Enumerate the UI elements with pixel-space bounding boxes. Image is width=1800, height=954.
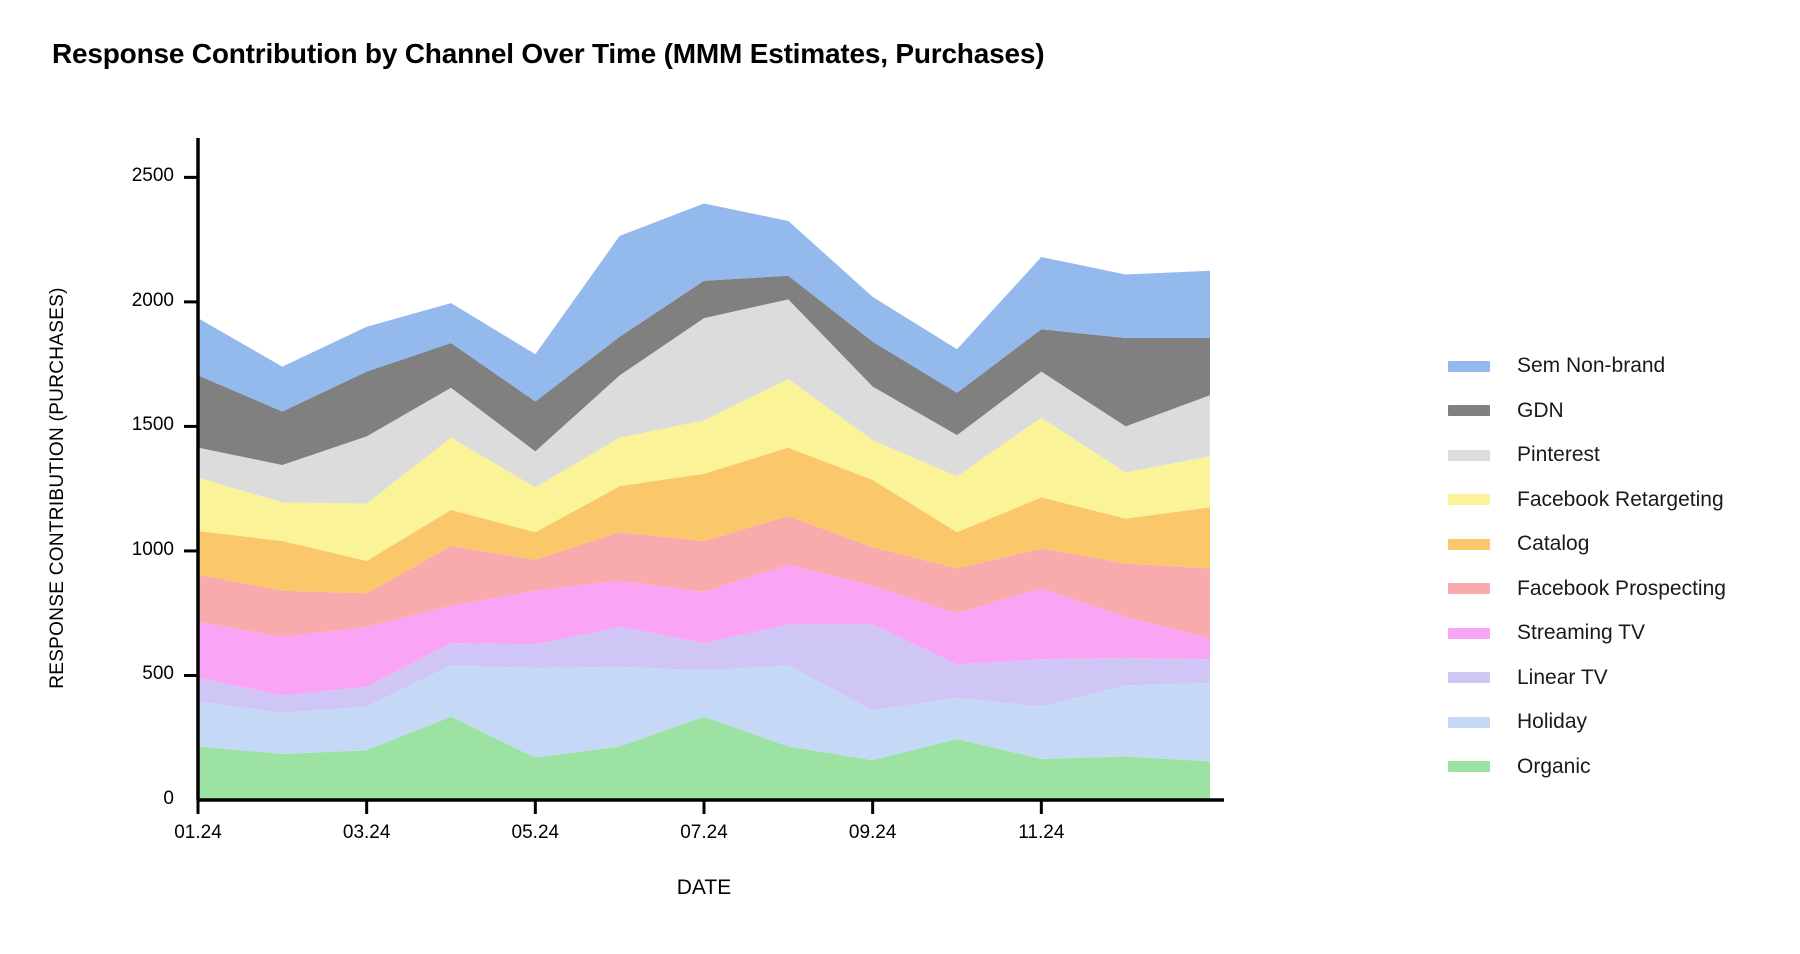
legend-swatch-icon xyxy=(1448,538,1490,550)
stacked-area-svg xyxy=(184,138,1224,814)
legend-item-label: Holiday xyxy=(1517,710,1588,734)
legend-item-label: Organic xyxy=(1517,754,1591,778)
legend-swatch-icon xyxy=(1448,761,1490,773)
legend-item-label: Facebook Prospecting xyxy=(1517,576,1726,600)
legend-swatch-icon xyxy=(1448,583,1490,595)
legend-item-label: Linear TV xyxy=(1517,665,1608,689)
y-axis-title: RESPONSE CONTRIBUTION (PURCHASES) xyxy=(47,287,68,689)
legend-item-organic[interactable]: Organic xyxy=(1448,745,1788,790)
legend-swatch-icon xyxy=(1448,405,1490,417)
legend-item-label: Streaming TV xyxy=(1517,621,1645,645)
x-axis-title: DATE xyxy=(676,876,732,899)
legend-item-facebook-prospecting[interactable]: Facebook Prospecting xyxy=(1448,567,1788,612)
y-tick-label-0: 0 xyxy=(163,788,174,809)
legend-item-sem-non-brand[interactable]: Sem Non-brand xyxy=(1448,344,1788,389)
chart-legend: Sem Non-brand GDN Pinterest Facebook Retarg… xyxy=(1448,344,1788,789)
legend-item-gdn[interactable]: GDN xyxy=(1448,389,1788,434)
x-tick-label-0: 01.24 xyxy=(174,822,222,843)
x-tick-label-3: 07.24 xyxy=(680,822,728,843)
y-tick-label-5: 2500 xyxy=(131,165,174,187)
x-tick-label-4: 09.24 xyxy=(848,822,897,843)
legend-item-catalog[interactable]: Catalog xyxy=(1448,522,1788,567)
chart-container: Response Contribution by Channel Over Ti… xyxy=(0,0,1800,954)
plot-area: 0 500 1000 1500 2000 2500 01.24 03.24 05.24 07.2… xyxy=(0,0,1440,954)
legend-item-label: Pinterest xyxy=(1517,443,1600,467)
legend-item-label: Catalog xyxy=(1517,532,1590,556)
legend-item-label: Sem Non-brand xyxy=(1517,354,1666,378)
x-tick-label-5: 11.24 xyxy=(1018,822,1065,843)
legend-item-linear-tv[interactable]: Linear TV xyxy=(1448,656,1788,701)
legend-swatch-icon xyxy=(1448,494,1490,506)
legend-item-facebook-retargeting[interactable]: Facebook Retargeting xyxy=(1448,478,1788,523)
legend-swatch-icon xyxy=(1448,449,1490,461)
legend-swatch-icon xyxy=(1448,716,1490,728)
x-tick-label-2: 05.24 xyxy=(511,822,560,843)
area-series-group xyxy=(198,203,1210,800)
legend-item-holiday[interactable]: Holiday xyxy=(1448,700,1788,745)
legend-item-pinterest[interactable]: Pinterest xyxy=(1448,433,1788,478)
x-tick-label-1: 03.24 xyxy=(342,822,391,843)
legend-item-label: GDN xyxy=(1517,398,1564,422)
legend-swatch-icon xyxy=(1448,627,1490,639)
legend-swatch-icon xyxy=(1448,672,1490,684)
legend-item-label: Facebook Retargeting xyxy=(1517,487,1724,511)
legend-item-streaming-tv[interactable]: Streaming TV xyxy=(1448,611,1788,656)
legend-swatch-icon xyxy=(1448,360,1490,372)
